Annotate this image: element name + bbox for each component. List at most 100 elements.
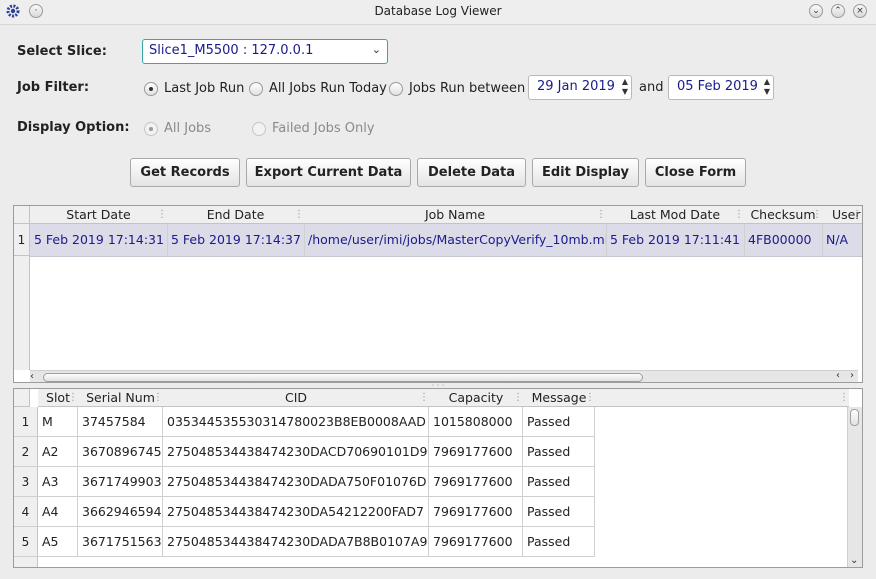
cell-job-name: /home/user/imi/jobs/MasterCopyVerify_10m… [308,232,606,247]
date-to-spinner[interactable]: 05 Feb 2019 ▲ ▼ [668,75,774,100]
radio-all-jobs[interactable]: All Jobs [144,121,211,136]
edit-display-button[interactable]: Edit Display [532,158,639,187]
jobs-table: Start Date End Date Job Name Last Mod Da… [13,205,863,383]
cell-serial-num: 3670896745 [78,437,163,467]
table-corner [14,389,30,407]
cell-cid: 275048534438474230DADA7B8B0107A9 [163,527,429,557]
scrollbar-thumb[interactable] [850,409,859,426]
cell-cid: 275048534438474230DACD70690101D9 [163,437,429,467]
cell-cid: 035344535530314780023B8EB0008AAD [163,407,429,437]
col-user[interactable]: User [822,206,862,224]
cell-message: Passed [523,437,595,467]
table-row[interactable]: A5 3671751563 275048534438474230DADA7B8B01… [14,527,849,557]
col-start-date[interactable]: Start Date [30,206,167,224]
cell-capacity: 7969177600 [429,467,523,497]
radio-indicator[interactable] [389,81,403,96]
cell-slot: A3 [38,467,78,497]
col-filler [595,389,849,407]
radio-all-jobs-today[interactable]: All Jobs Run Today [249,81,387,96]
col-message[interactable]: Message [523,389,595,407]
cell-slot: A5 [38,527,78,557]
table-row[interactable]: A3 3671749903 275048534438474230DADA750F01… [14,467,849,497]
delete-data-button[interactable]: Delete Data [417,158,526,187]
scroll-left-icon[interactable]: ‹ [836,370,840,381]
slice-select[interactable]: Slice1_M5500 : 127.0.0.1 ⌄ [142,39,388,64]
scroll-right-icon[interactable]: › [850,370,854,381]
col-serial-num[interactable]: Serial Num [78,389,163,407]
table-row[interactable]: A2 3670896745 275048534438474230DACD706901… [14,437,849,467]
cell-cid: 275048534438474230DA54212200FAD7 [163,497,429,527]
radio-jobs-run-between[interactable]: Jobs Run between [389,81,525,96]
cell-serial-num: 3671751563 [78,527,163,557]
col-slot[interactable]: Slot [38,389,78,407]
chevron-down-icon: ⌄ [371,43,381,56]
minimize-button[interactable]: ⌄ [809,4,823,18]
col-cid[interactable]: CID [163,389,429,407]
col-last-mod-date[interactable]: Last Mod Date [606,206,744,224]
radio-label: Jobs Run between [409,81,526,96]
radio-failed-jobs-only[interactable]: Failed Jobs Only [252,121,375,136]
cell-message: Passed [523,527,595,557]
scroll-left-icon[interactable]: ‹ [30,371,34,382]
cell-start-date: 5 Feb 2019 17:14:31 [34,232,164,247]
radio-selected-indicator[interactable] [144,121,158,136]
cell-serial-num: 3671749903 [78,467,163,497]
date-from-value: 29 Jan 2019 [537,79,615,94]
cell-capacity: 7969177600 [429,527,523,557]
get-records-button[interactable]: Get Records [130,158,240,187]
cell-slot: M [38,407,78,437]
window-title: Database Log Viewer [374,4,502,18]
radio-label: Failed Jobs Only [272,121,375,136]
col-job-name[interactable]: Job Name [304,206,606,224]
table-corner [14,206,30,224]
cell-user: N/A [826,232,849,247]
col-end-date[interactable]: End Date [167,206,304,224]
close-window-button[interactable]: × [853,4,867,18]
scroll-down-icon[interactable]: ⌄ [850,555,858,566]
cell-capacity: 1015808000 [429,407,523,437]
table-row[interactable]: 5 Feb 2019 17:14:31 5 Feb 2019 17:14:37 … [30,224,862,257]
table-row[interactable]: A4 3662946594 275048534438474230DA54212200… [14,497,849,527]
radio-label: All Jobs [164,121,212,136]
cell-serial-num: 37457584 [78,407,163,437]
col-checksum[interactable]: Checksum [744,206,822,224]
radio-label: Last Job Run [164,81,245,96]
and-label: and [639,80,664,95]
cell-serial-num: 3662946594 [78,497,163,527]
title-bar: · Database Log Viewer ⌄ ⌃ × [0,0,876,25]
job-filter-label: Job Filter: [17,80,90,95]
slots-table: Slot Serial Num CID Capacity Message 1M3… [13,388,863,568]
cell-slot: A2 [38,437,78,467]
cell-message: Passed [523,497,595,527]
export-current-data-button[interactable]: Export Current Data [246,158,411,187]
cell-capacity: 7969177600 [429,437,523,467]
vertical-scrollbar[interactable]: ⌄ [847,407,862,567]
horizontal-scrollbar[interactable]: ‹ [30,370,858,382]
spinner-arrows-icon[interactable]: ▲ ▼ [622,77,628,97]
radio-indicator[interactable] [249,81,263,96]
row-number[interactable]: 1 [14,224,30,256]
select-slice-label: Select Slice: [17,44,107,59]
table-row[interactable]: M 37457584 035344535530314780023B8EB0008AA… [14,407,849,437]
radio-selected-indicator[interactable] [144,81,158,96]
radio-last-job-run[interactable]: Last Job Run [144,81,244,96]
cell-end-date: 5 Feb 2019 17:14:37 [171,232,301,247]
cell-last-mod-date: 5 Feb 2019 17:11:41 [610,232,740,247]
radio-label: All Jobs Run Today [269,81,387,96]
date-from-spinner[interactable]: 29 Jan 2019 ▲ ▼ [528,75,632,100]
cell-cid: 275048534438474230DADA750F01076D [163,467,429,497]
scrollbar-thumb[interactable] [43,373,643,382]
cell-checksum: 4FB00000 [748,232,812,247]
date-to-value: 05 Feb 2019 [677,79,758,94]
cell-capacity: 7969177600 [429,497,523,527]
radio-indicator[interactable] [252,121,266,136]
slice-select-value: Slice1_M5500 : 127.0.0.1 [149,43,314,58]
maximize-button[interactable]: ⌃ [831,4,845,18]
cell-message: Passed [523,407,595,437]
display-option-label: Display Option: [17,120,130,135]
spinner-arrows-icon[interactable]: ▲ ▼ [764,77,770,97]
cell-slot: A4 [38,497,78,527]
close-form-button[interactable]: Close Form [645,158,746,187]
cell-message: Passed [523,467,595,497]
col-capacity[interactable]: Capacity [429,389,523,407]
